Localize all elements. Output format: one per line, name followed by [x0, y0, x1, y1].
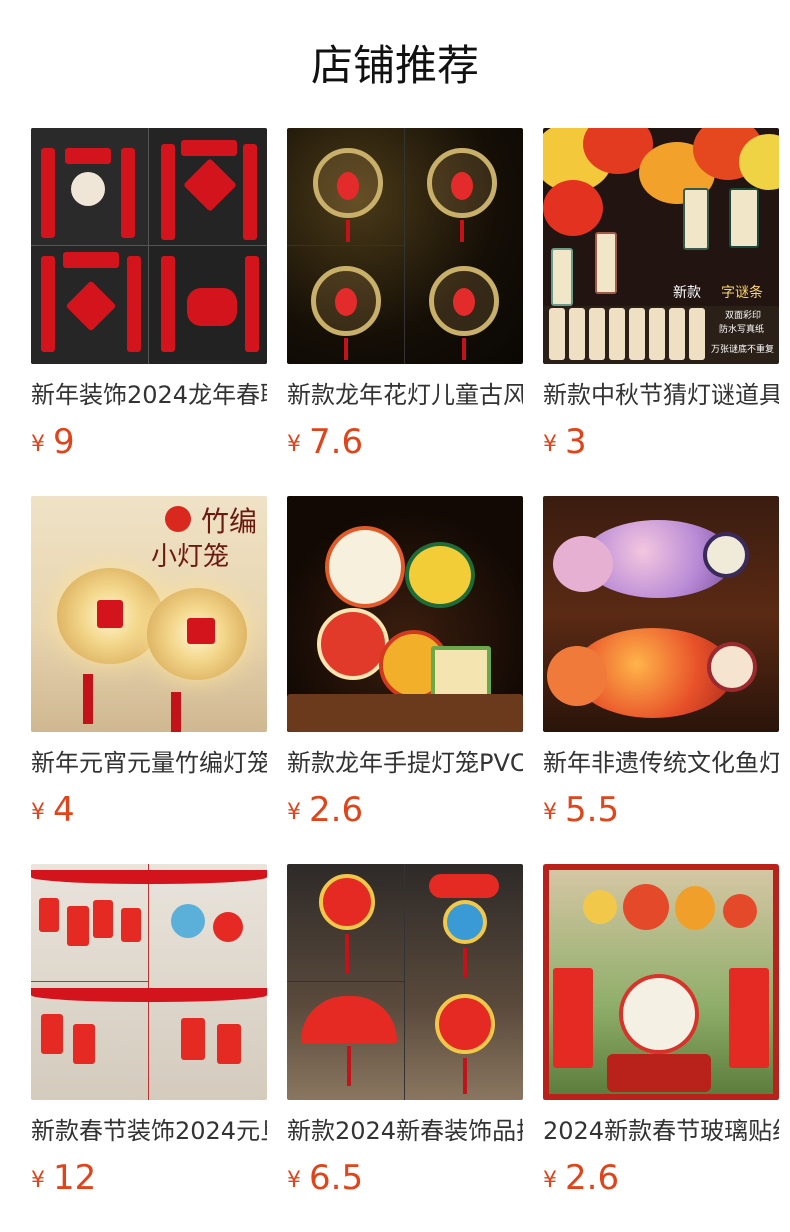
overlay-title: 竹编 — [201, 505, 258, 538]
product-name[interactable]: 2024新款春节玻璃贴纸 — [543, 1114, 779, 1148]
product-card[interactable]: 新款春节装饰2024元旦 ¥12 — [31, 864, 267, 1232]
product-price: 2.6 — [565, 1158, 620, 1198]
currency-symbol: ¥ — [543, 432, 557, 457]
price-row: ¥3 — [543, 420, 779, 464]
currency-symbol: ¥ — [31, 432, 45, 457]
product-name[interactable]: 新年非遗传统文化鱼灯 — [543, 746, 779, 780]
product-name[interactable]: 新款春节装饰2024元旦 — [31, 1114, 267, 1148]
product-price: 12 — [53, 1158, 97, 1198]
flower-lantern-image[interactable] — [287, 128, 523, 364]
hanging-ornament-image[interactable] — [287, 864, 523, 1100]
window-sticker-image[interactable] — [543, 864, 779, 1100]
product-price: 4 — [53, 790, 75, 830]
product-name[interactable]: 新款中秋节猜灯谜道具 — [543, 378, 779, 412]
product-price: 7.6 — [309, 422, 364, 462]
product-card[interactable]: 新款龙年手提灯笼PVC ¥2.6 — [287, 496, 523, 864]
overlay-subtitle: 小灯笼 — [151, 542, 230, 572]
price-row: ¥7.6 — [287, 420, 523, 464]
product-card[interactable]: 竹编 小灯笼 新年元宵元量竹编灯笼 ¥4 — [31, 496, 267, 864]
product-card[interactable]: 新年装饰2024龙年春联 ¥9 — [31, 128, 267, 496]
price-row: ¥12 — [31, 1156, 267, 1200]
currency-symbol: ¥ — [543, 800, 557, 825]
note-unique: 万张谜底不重复 — [711, 345, 775, 355]
price-row: ¥6.5 — [287, 1156, 523, 1200]
currency-symbol: ¥ — [287, 432, 301, 457]
price-row: ¥2.6 — [543, 1156, 779, 1200]
product-card[interactable]: 2024新款春节玻璃贴纸 ¥2.6 — [543, 864, 779, 1232]
currency-symbol: ¥ — [287, 800, 301, 825]
garland-decoration-image[interactable] — [31, 864, 267, 1100]
note-paper: 防水写真纸 — [719, 325, 765, 335]
page-title: 店铺推荐 — [310, 41, 479, 90]
price-row: ¥2.6 — [287, 788, 523, 832]
riddle-strips-image[interactable]: 新款 字谜条 双面彩印 防水写真纸 万张谜底不重复 — [543, 128, 779, 364]
product-card[interactable]: 新年非遗传统文化鱼灯 ¥5.5 — [543, 496, 779, 864]
product-name[interactable]: 新款2024新春装饰品挂 — [287, 1114, 523, 1148]
price-row: ¥5.5 — [543, 788, 779, 832]
product-name[interactable]: 新款龙年手提灯笼PVC — [287, 746, 523, 780]
note-print: 双面彩印 — [725, 311, 762, 321]
product-grid: 新年装饰2024龙年春联 ¥9 新款龙年花灯儿童古风 ¥7.6 新款 字谜条 双… — [31, 128, 779, 1232]
currency-symbol: ¥ — [543, 1168, 557, 1193]
product-price: 9 — [53, 422, 75, 462]
badge-new: 新款 — [673, 285, 701, 301]
badge-riddle: 字谜条 — [721, 285, 763, 301]
product-price: 2.6 — [309, 790, 364, 830]
fish-lantern-image[interactable] — [543, 496, 779, 732]
bamboo-lantern-image[interactable]: 竹编 小灯笼 — [31, 496, 267, 732]
product-card[interactable]: 新款2024新春装饰品挂 ¥6.5 — [287, 864, 523, 1232]
currency-symbol: ¥ — [31, 1168, 45, 1193]
product-price: 3 — [565, 422, 587, 462]
price-row: ¥9 — [31, 420, 267, 464]
product-card[interactable]: 新款龙年花灯儿童古风 ¥7.6 — [287, 128, 523, 496]
product-name[interactable]: 新年元宵元量竹编灯笼 — [31, 746, 267, 780]
dragon-hand-lantern-image[interactable] — [287, 496, 523, 732]
price-row: ¥4 — [31, 788, 267, 832]
product-price: 6.5 — [309, 1158, 364, 1198]
product-name[interactable]: 新款龙年花灯儿童古风 — [287, 378, 523, 412]
currency-symbol: ¥ — [287, 1168, 301, 1193]
product-card[interactable]: 新款 字谜条 双面彩印 防水写真纸 万张谜底不重复 新款中秋节猜灯谜道具 ¥3 — [543, 128, 779, 496]
product-price: 5.5 — [565, 790, 620, 830]
spring-couplets-image[interactable] — [31, 128, 267, 364]
product-name[interactable]: 新年装饰2024龙年春联 — [31, 378, 267, 412]
currency-symbol: ¥ — [31, 800, 45, 825]
